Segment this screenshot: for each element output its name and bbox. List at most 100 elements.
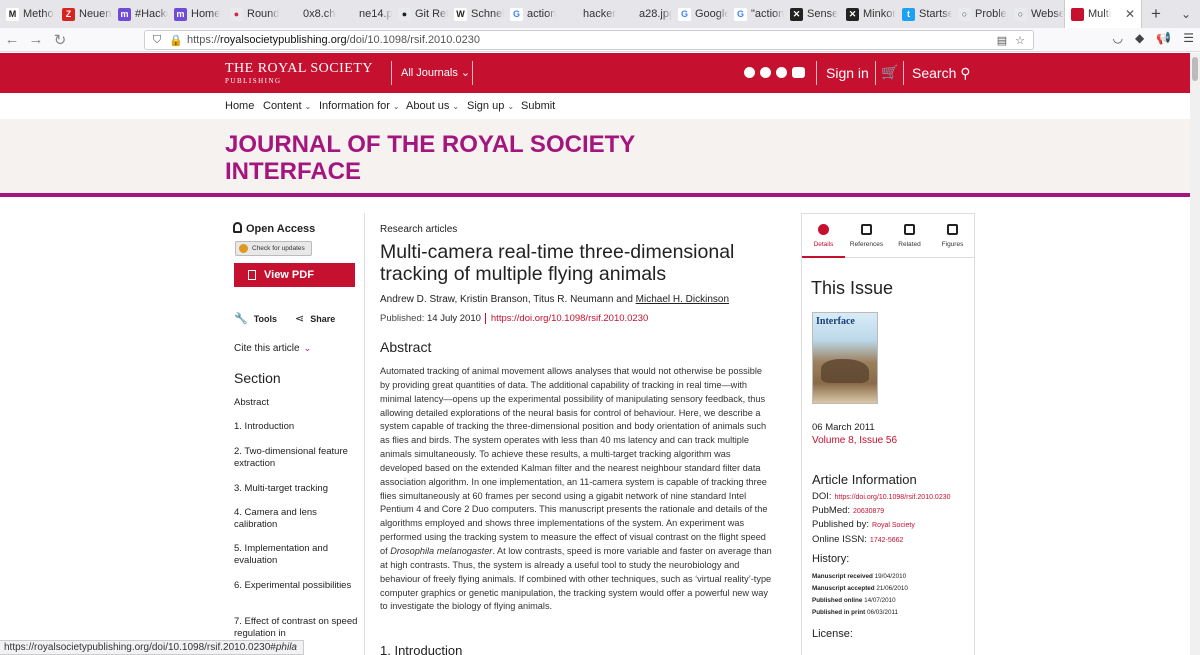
back-icon[interactable]: ← xyxy=(0,29,24,51)
browser-tab[interactable]: hackerscan xyxy=(560,0,616,28)
browser-tab[interactable]: Z Neuent xyxy=(56,0,112,28)
info-value-link[interactable]: Royal Society xyxy=(872,522,915,529)
youtube-icon[interactable] xyxy=(792,67,805,78)
view-pdf-button[interactable]: View PDF xyxy=(234,263,355,287)
tab-references[interactable]: References xyxy=(845,214,888,258)
browser-tab[interactable]: ✕ Sense xyxy=(784,0,840,28)
tab-figures[interactable]: Figures xyxy=(931,214,974,258)
all-journals-dropdown[interactable]: All Journals ⌄ xyxy=(401,66,470,79)
abstract-text: Automated tracking of animal movement al… xyxy=(380,365,772,614)
history-row: Manuscript received 19/04/2010 xyxy=(812,573,906,580)
divider xyxy=(391,61,392,85)
reader-view-icon[interactable]: ▤ xyxy=(997,34,1007,47)
nav-item[interactable]: About us ⌄ xyxy=(406,100,459,112)
tab-label: Metho xyxy=(23,8,54,20)
browser-tab[interactable]: ne14.png xyxy=(336,0,392,28)
nav-item[interactable]: Content ⌄ xyxy=(263,100,311,112)
browser-tab[interactable]: m #Hacke xyxy=(112,0,168,28)
section-nav-link[interactable]: 4. Camera and lens calibration xyxy=(234,507,359,531)
forward-icon[interactable]: → xyxy=(24,29,48,51)
browser-tab[interactable]: ○ Webseite xyxy=(1008,0,1064,28)
tab-related[interactable]: Related xyxy=(888,214,931,258)
browser-tab[interactable]: ● Round xyxy=(224,0,280,28)
cite-dropdown[interactable]: Cite this article ⌄ xyxy=(234,343,311,354)
browser-tab[interactable]: ○ Proble xyxy=(952,0,1008,28)
extension-icon[interactable]: ◆ xyxy=(1135,31,1144,45)
page-scrollbar[interactable] xyxy=(1190,53,1200,655)
section-nav-link[interactable]: 2. Two-dimensional feature extraction xyxy=(234,446,359,470)
browser-tab[interactable]: Gaction xyxy=(504,0,560,28)
facebook-icon[interactable] xyxy=(760,67,771,78)
browser-tab[interactable]: G "action xyxy=(728,0,784,28)
menu-icon[interactable]: ☰ xyxy=(1183,31,1194,45)
nav-item[interactable]: Information for ⌄ xyxy=(319,100,400,112)
info-value-link[interactable]: 1742-5662 xyxy=(870,537,903,544)
sign-in-link[interactable]: Sign in xyxy=(826,65,869,81)
browser-tab[interactable]: a28.jpg (JP xyxy=(616,0,672,28)
browser-tab[interactable]: W Schnell xyxy=(448,0,504,28)
list-all-tabs-icon[interactable]: ⌄ xyxy=(1172,0,1200,28)
authors: Andrew D. Straw, Kristin Branson, Titus … xyxy=(380,294,729,305)
browser-tab[interactable]: M Metho xyxy=(0,0,56,28)
browser-tab[interactable]: ✕ Minkor xyxy=(840,0,896,28)
tab-label: References xyxy=(849,241,884,248)
pocket-icon[interactable]: ◡ xyxy=(1113,31,1123,45)
tools-button[interactable]: 🔧 Tools xyxy=(234,312,277,325)
nav-item[interactable]: Home xyxy=(225,100,254,112)
article-type[interactable]: Research articles xyxy=(380,224,457,235)
tab-label: Home xyxy=(191,8,221,20)
reload-icon[interactable]: ↻ xyxy=(48,29,72,51)
url-bar[interactable]: ⛉ 🔒 https://royalsocietypublishing.org/d… xyxy=(144,30,1034,50)
search-button[interactable]: Search ⚲ xyxy=(912,65,971,82)
nav-item[interactable]: Sign up ⌄ xyxy=(467,100,514,112)
abstract-heading: Abstract xyxy=(380,339,432,355)
issue-volume-link[interactable]: Volume 8, Issue 56 xyxy=(812,435,897,446)
share-button[interactable]: ⋖ Share xyxy=(295,312,335,325)
scrollbar-thumb[interactable] xyxy=(1192,57,1198,81)
browser-tab[interactable]: t Startse xyxy=(896,0,952,28)
section-nav-link[interactable]: 7. Effect of contrast on speed regulatio… xyxy=(234,616,359,640)
close-tab-icon[interactable]: ✕ xyxy=(1125,7,1135,21)
this-issue-heading: This Issue xyxy=(811,278,894,298)
browser-tab[interactable]: G Google xyxy=(672,0,728,28)
telegram-icon[interactable] xyxy=(744,67,755,78)
doi-link[interactable]: https://doi.org/10.1098/rsif.2010.0230 xyxy=(484,313,649,324)
browser-tab-active[interactable]: Multi ✕ xyxy=(1064,0,1142,28)
tab-favicon-icon: ✕ xyxy=(790,7,803,21)
section-nav-link[interactable]: 6. Experimental possibilities xyxy=(234,580,359,592)
section-nav-link[interactable]: 1. Introduction xyxy=(234,421,359,433)
tab-label: Related xyxy=(898,241,921,248)
tab-favicon-icon: G xyxy=(678,7,691,21)
info-value-link[interactable]: https://doi.org/10.1098/rsif.2010.0230 xyxy=(835,494,951,501)
royal-society-logo[interactable]: THE ROYAL SOCIETY PUBLISHING xyxy=(225,62,373,88)
nav-item[interactable]: Submit xyxy=(521,100,555,112)
tab-favicon-icon: G xyxy=(510,7,523,21)
megaphone-icon[interactable]: 📢 xyxy=(1156,31,1171,45)
journal-title[interactable]: JOURNAL OF THE ROYAL SOCIETY INTERFACE xyxy=(225,131,695,185)
tab-favicon-icon xyxy=(1071,7,1084,21)
browser-tab[interactable]: ● Git Ret xyxy=(392,0,448,28)
author-link[interactable]: Michael H. Dickinson xyxy=(636,294,729,305)
cart-icon[interactable]: 🛒 xyxy=(881,64,898,81)
authors-list[interactable]: Andrew D. Straw, Kristin Branson, Titus … xyxy=(380,294,636,305)
browser-tab[interactable]: 0x8.ch/Ha xyxy=(280,0,336,28)
info-value-link[interactable]: 20630879 xyxy=(853,508,884,515)
tab-details[interactable]: Details xyxy=(802,214,845,258)
wechat-icon[interactable] xyxy=(776,67,787,78)
url-host: royalsocietypublishing.org xyxy=(220,34,347,46)
history-date: 06/03/2011 xyxy=(866,609,898,616)
new-tab-icon[interactable]: + xyxy=(1142,0,1170,28)
section-nav-link[interactable]: 5. Implementation and evaluation xyxy=(234,543,359,567)
chevron-down-icon: ⌄ xyxy=(303,343,312,353)
article-info-row: DOI: https://doi.org/10.1098/rsif.2010.02… xyxy=(812,491,951,502)
bookmark-star-icon[interactable]: ☆ xyxy=(1015,34,1025,47)
section-nav-link[interactable]: Abstract xyxy=(234,397,359,409)
section-nav-link[interactable]: 3. Multi-target tracking xyxy=(234,483,359,495)
pdf-icon xyxy=(248,270,256,280)
tab-favicon-icon: ○ xyxy=(1014,7,1027,21)
issue-cover-image[interactable]: Interface xyxy=(812,312,878,404)
browser-tab[interactable]: m Home xyxy=(168,0,224,28)
share-label: Share xyxy=(310,314,336,324)
logo-text: THE ROYAL SOCIETY xyxy=(225,61,373,76)
check-for-updates-button[interactable]: Check for updates xyxy=(235,241,312,256)
